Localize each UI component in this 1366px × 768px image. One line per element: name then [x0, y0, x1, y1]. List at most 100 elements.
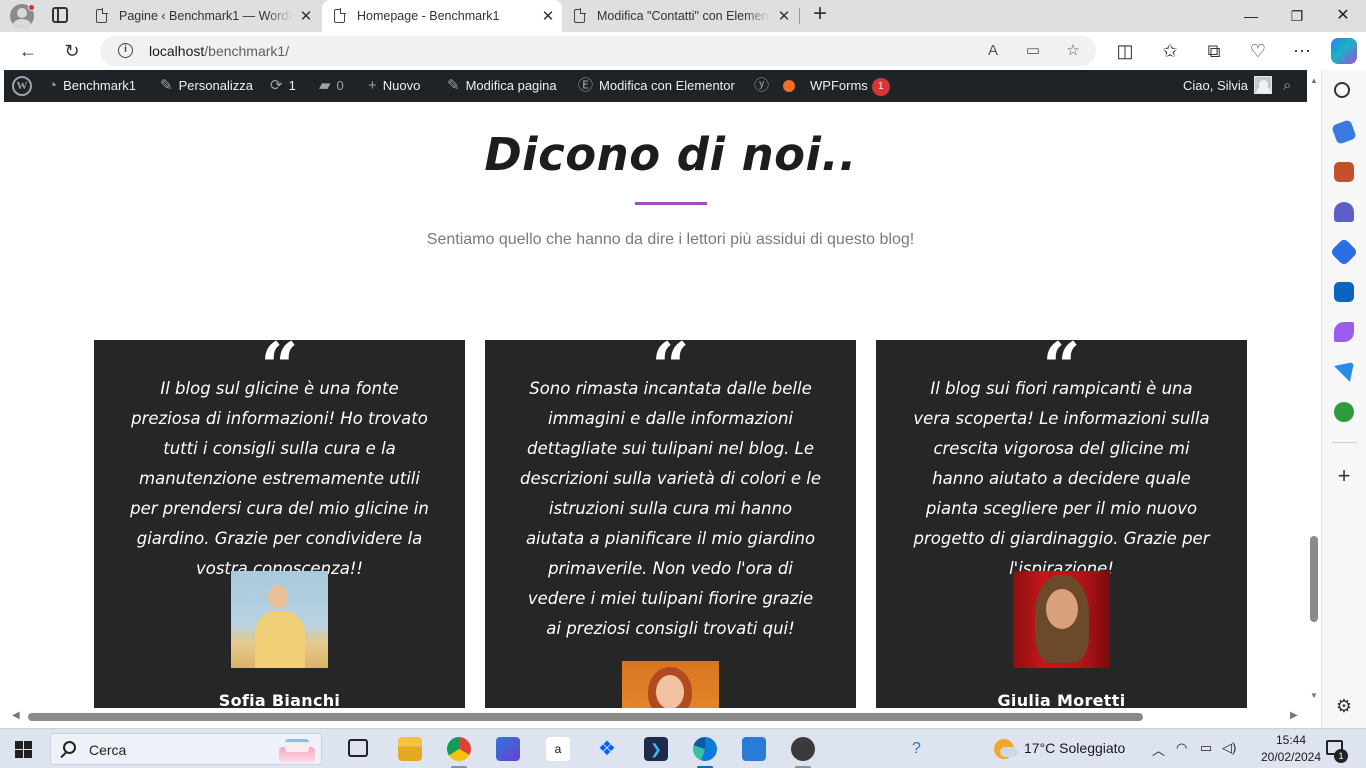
site-info-icon[interactable]: i [118, 43, 133, 58]
edit-page-link[interactable]: ✎ Modifica pagina [447, 70, 557, 102]
add-icon[interactable]: + [1334, 465, 1354, 487]
browser-toolbar: ← ↻ i localhost/benchmark1/ A ▭ ☆ ◫ ✩ ⧉ … [0, 32, 1366, 70]
new-content-link[interactable]: + Nuovo [368, 70, 420, 102]
notification-badge: 1 [1334, 749, 1348, 763]
wp-admin-bar: ◔Benchmark1 ✎Personalizza ⟳1 ▰0 +Nuovo ✎… [4, 70, 1307, 102]
favorites-icon[interactable]: ✩ [1158, 39, 1182, 63]
performance-icon[interactable]: ♡ [1246, 39, 1270, 63]
powershell-icon[interactable]: ❯ [644, 737, 668, 761]
scroll-up-icon[interactable]: ▲ [1309, 76, 1319, 85]
edit-page-label: Modifica pagina [465, 78, 557, 93]
tools-briefcase-icon[interactable] [1334, 162, 1354, 182]
outlook-icon[interactable] [1334, 282, 1354, 302]
testimonial-quote: Il blog sul glicine è una fonte preziosa… [130, 379, 429, 578]
edit-elementor-link[interactable]: Ⓔ Modifica con Elementor [578, 70, 735, 102]
copilot-icon[interactable] [1331, 38, 1357, 64]
wifi-icon[interactable]: ◠ [1176, 740, 1187, 756]
testimonial-card: “ Sono rimasta incantata dalle belle imm… [485, 334, 856, 708]
horizontal-scrollbar[interactable]: ◀ ▶ [4, 708, 1307, 726]
url-text[interactable]: localhost/benchmark1/ [149, 43, 289, 59]
tab-pagine[interactable]: Pagine ‹ Benchmark1 — WordPress ✕ [84, 0, 320, 32]
microsoft-365-icon[interactable] [1329, 237, 1359, 267]
scroll-right-icon[interactable]: ▶ [1290, 710, 1298, 721]
windows-start-icon[interactable] [15, 741, 32, 758]
brush-icon: ✎ [160, 77, 173, 94]
page-icon [96, 8, 108, 23]
minimize-button[interactable]: — [1228, 0, 1274, 32]
refresh-icon[interactable]: ↻ [60, 39, 84, 63]
elementor-icon: Ⓔ [578, 77, 594, 94]
horizontal-scroll-thumb[interactable] [28, 713, 1143, 721]
close-tab-icon[interactable]: ✕ [534, 7, 562, 25]
tab-separator [799, 8, 800, 24]
chevron-up-icon[interactable]: ︿ [1152, 740, 1165, 759]
wpforms-link[interactable]: WPForms 1 [810, 70, 890, 102]
new-label: Nuovo [382, 78, 421, 93]
help-icon[interactable]: ? [912, 740, 921, 758]
address-bar[interactable]: i localhost/benchmark1/ A ▭ ☆ [100, 36, 1096, 66]
tab-title: Pagine ‹ Benchmark1 — WordPress [119, 9, 292, 23]
my-account-link[interactable]: Ciao, Silvia [1183, 70, 1273, 102]
clock-date: 20/02/2024 [1260, 750, 1322, 764]
close-tab-icon[interactable]: ✕ [292, 7, 320, 25]
tree-icon[interactable] [1334, 402, 1354, 422]
search-icon [63, 741, 76, 754]
comments-link[interactable]: ▰ 0 [319, 70, 344, 102]
chrome-icon[interactable] [447, 737, 471, 761]
page-icon [334, 8, 346, 23]
favorite-star-icon[interactable]: ☆ [1061, 39, 1085, 63]
wordpress-logo-icon[interactable] [12, 76, 32, 96]
close-window-button[interactable]: ✕ [1320, 0, 1366, 32]
file-explorer-icon[interactable] [398, 737, 422, 761]
dropbox-icon[interactable]: ❖ [595, 737, 619, 761]
scroll-down-icon[interactable]: ▼ [1309, 691, 1319, 700]
updates-link[interactable]: ⟳ 1 [270, 70, 296, 102]
tab-modifica-contatti[interactable]: Modifica "Contatti" con Elementor ✕ [562, 0, 798, 32]
weather-text[interactable]: 17°C Soleggiato [1024, 740, 1125, 756]
mail-icon[interactable] [742, 737, 766, 761]
read-aloud-icon[interactable]: A [981, 39, 1005, 63]
wpforms-label: WPForms [810, 78, 868, 93]
back-icon[interactable]: ← [16, 39, 40, 63]
task-view-icon[interactable] [348, 739, 368, 757]
dashboard-icon: ◔ [48, 77, 58, 94]
amazon-icon[interactable]: a [546, 737, 570, 761]
restore-button[interactable]: ❐ [1274, 0, 1320, 32]
designer-icon[interactable] [1334, 322, 1354, 342]
taskbar-clock[interactable]: 15:44 20/02/2024 [1258, 732, 1324, 766]
tab-title: Modifica "Contatti" con Elementor [597, 9, 770, 23]
settings-gear-icon[interactable]: ⚙ [1334, 696, 1354, 716]
search-link[interactable]: ⌕ [1283, 70, 1297, 102]
weather-sun-icon[interactable] [994, 739, 1018, 759]
heading-divider [635, 202, 707, 205]
github-desktop-icon[interactable] [791, 737, 815, 761]
search-icon: ⌕ [1283, 77, 1292, 94]
vertical-scrollbar[interactable]: ▲ ▼ [1307, 70, 1321, 708]
vertical-scroll-thumb[interactable] [1310, 536, 1318, 622]
send-icon[interactable] [1334, 362, 1354, 382]
testimonial-card: “ Il blog sul glicine è una fonte prezio… [94, 334, 465, 708]
split-screen-icon[interactable]: ◫ [1113, 39, 1137, 63]
search-icon[interactable] [1334, 82, 1350, 98]
volume-icon[interactable]: ◁) [1222, 740, 1236, 756]
immersive-reader-icon[interactable]: ▭ [1021, 39, 1045, 63]
tab-homepage[interactable]: Homepage - Benchmark1 ✕ [322, 0, 562, 32]
yoast-link[interactable]: ⓨ [754, 70, 775, 102]
site-name-link[interactable]: ◔ Benchmark1 [48, 70, 136, 102]
tab-actions-icon[interactable] [52, 7, 68, 23]
battery-icon[interactable]: ▭ [1200, 740, 1212, 756]
scroll-left-icon[interactable]: ◀ [12, 710, 20, 721]
customize-link[interactable]: ✎ Personalizza [160, 70, 253, 102]
new-tab-button[interactable]: + [808, 2, 832, 27]
edge-browser-icon[interactable] [693, 737, 717, 761]
section-heading: Dicono di noi.. [484, 128, 857, 181]
collections-icon[interactable]: ⧉ [1202, 39, 1226, 63]
taskbar-search[interactable]: Cerca [50, 733, 322, 765]
testimonial-name: Sofia Bianchi [218, 691, 341, 708]
shopping-tag-icon[interactable] [1331, 119, 1357, 145]
close-tab-icon[interactable]: ✕ [770, 7, 798, 25]
more-menu-icon[interactable]: ⋯ [1290, 39, 1314, 63]
comment-icon: ▰ [319, 77, 331, 94]
games-icon[interactable] [1334, 202, 1354, 222]
microsoft-store-icon[interactable] [496, 737, 520, 761]
